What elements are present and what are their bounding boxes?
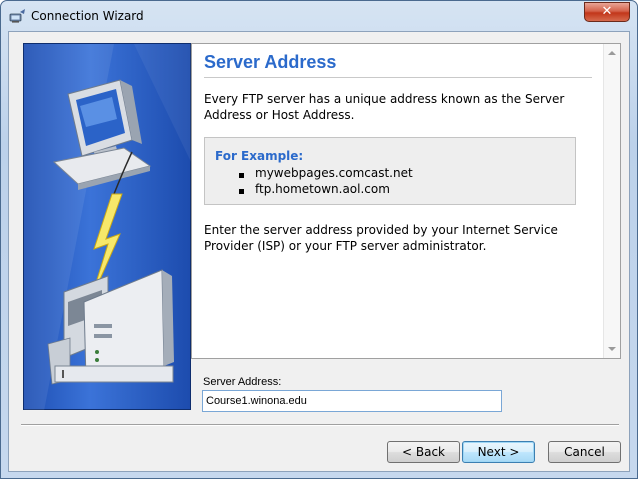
server-address-label: Server Address: [203,376,282,388]
server-address-input[interactable] [202,390,502,412]
example-heading: For Example: [215,149,304,163]
scroll-up-arrow-icon[interactable] [608,51,616,55]
button-separator [21,424,619,426]
example-item: mywebpages.comcast.net [255,166,413,180]
content-pane: Server Address Every FTP server has a un… [191,43,621,359]
back-button[interactable]: < Back [387,441,460,463]
instructions-text: Enter the server address provided by you… [204,223,558,253]
connection-wizard-window: Connection Wizard ✕ Server Address Every… [0,0,638,479]
side-illustration-panel [23,43,192,411]
wizard-client-area: Server Address Every FTP server has a un… [8,31,630,472]
intro-text: Every FTP server has a unique address kn… [204,92,565,122]
vertical-scrollbar[interactable] [603,44,620,358]
example-item: ftp.hometown.aol.com [255,182,390,196]
cancel-button[interactable]: Cancel [548,441,621,463]
example-box: For Example: mywebpages.comcast.net ftp.… [204,137,576,205]
close-button[interactable]: ✕ [584,2,630,22]
window-title: Connection Wizard [31,9,144,23]
ftp-connection-icon [9,9,25,23]
page-title: Server Address [204,52,337,72]
title-divider [204,77,592,78]
bullet-icon [239,173,244,178]
computer-to-server-connection-illustration [24,44,192,411]
bullet-icon [239,189,244,194]
title-bar[interactable]: Connection Wizard ✕ [1,1,637,31]
scroll-down-arrow-icon[interactable] [608,347,616,351]
close-icon: ✕ [601,4,613,19]
next-button[interactable]: Next > [462,441,535,463]
